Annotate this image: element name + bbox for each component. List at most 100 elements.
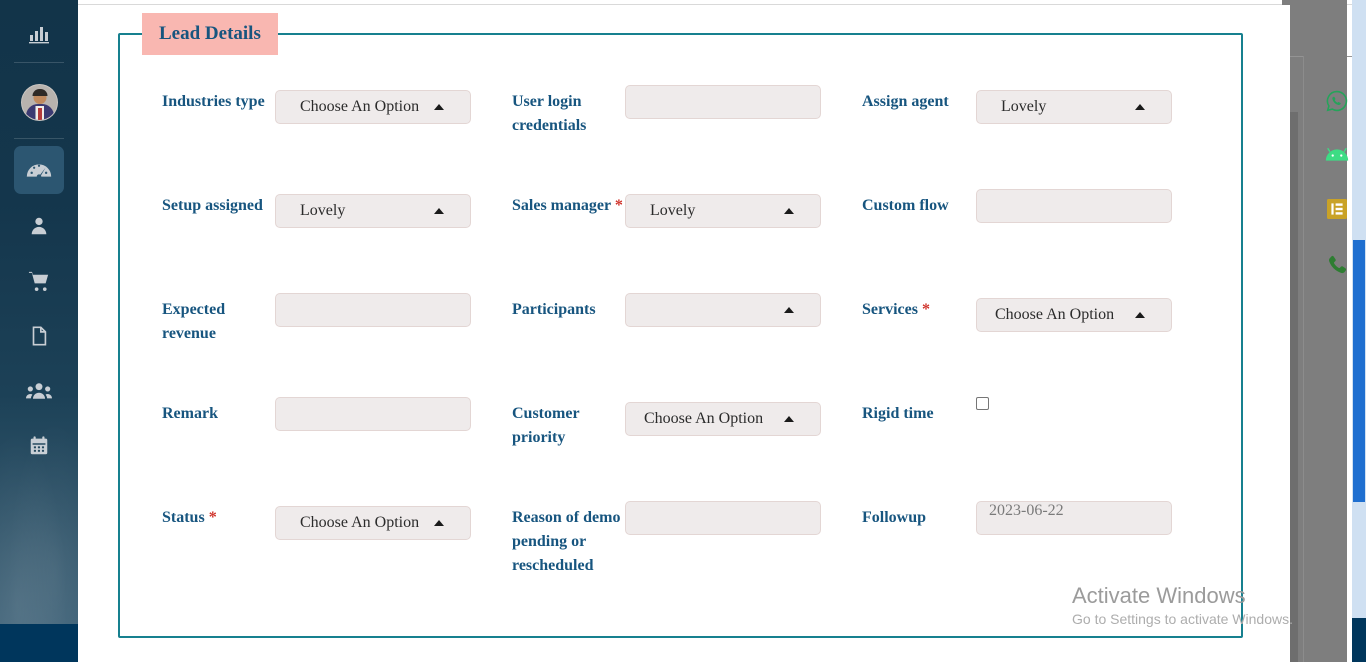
lead-details-fieldset: Lead Details Industries type Choose An O… (118, 33, 1243, 638)
users-group-icon (26, 380, 52, 402)
label-customer-priority: Customer priority (512, 402, 632, 450)
shopping-cart-icon (28, 270, 51, 293)
sidebar-bottom-bar (0, 624, 78, 662)
input-user-login-credentials[interactable] (625, 85, 821, 119)
select-customer-priority[interactable]: Choose An Option (625, 402, 821, 436)
label-text: Custom flow (862, 197, 949, 214)
modal-scrollbar[interactable] (1290, 112, 1298, 662)
label-assign-agent: Assign agent (862, 90, 977, 114)
caret-up-icon (784, 416, 794, 422)
date-value: 2023-06-22 (989, 502, 1064, 520)
label-text: Remark (162, 405, 218, 422)
required-marker: * (615, 197, 623, 214)
label-services: Services * (862, 298, 977, 322)
select-services[interactable]: Choose An Option (976, 298, 1172, 332)
phone-icon (1325, 253, 1349, 282)
avatar[interactable] (21, 84, 58, 121)
avatar-hair (32, 89, 47, 96)
elementor-button[interactable] (1322, 196, 1352, 226)
select-value: Choose An Option (644, 410, 763, 428)
label-rigid-time: Rigid time (862, 402, 977, 426)
whatsapp-icon (1325, 89, 1349, 118)
label-text: Status (162, 509, 205, 526)
sidebar-item-teams[interactable] (14, 369, 64, 413)
caret-up-icon (784, 307, 794, 313)
label-text: Participants (512, 301, 596, 318)
calendar-icon (28, 435, 50, 457)
required-marker: * (922, 301, 930, 318)
android-icon (1324, 145, 1350, 170)
select-setup-assigned[interactable]: Lovely (275, 194, 471, 228)
label-text: Customer priority (512, 405, 579, 446)
page-scrollbar-track[interactable] (1352, 0, 1366, 662)
input-followup-date[interactable]: 2023-06-22 (976, 501, 1172, 535)
required-marker: * (209, 509, 217, 526)
label-status: Status * (162, 506, 277, 530)
label-text: Reason of demo pending or rescheduled (512, 509, 620, 574)
file-icon (28, 325, 50, 347)
select-value: Choose An Option (995, 306, 1114, 324)
caret-up-icon (434, 208, 444, 214)
lead-details-modal: Lead Details Industries type Choose An O… (78, 5, 1290, 662)
input-remark[interactable] (275, 397, 471, 431)
select-sales-manager[interactable]: Lovely (625, 194, 821, 228)
caret-up-icon (434, 520, 444, 526)
caret-up-icon (1135, 104, 1145, 110)
speedometer-icon (24, 155, 54, 185)
person-icon (28, 215, 50, 237)
select-value: Lovely (650, 202, 695, 220)
sidebar-item-contacts[interactable] (14, 204, 64, 248)
label-reason-of-demo: Reason of demo pending or rescheduled (512, 506, 622, 578)
whatsapp-button[interactable] (1322, 88, 1352, 118)
select-industries-type[interactable]: Choose An Option (275, 90, 471, 124)
select-participants[interactable] (625, 293, 821, 327)
input-reason-of-demo[interactable] (625, 501, 821, 535)
select-status[interactable]: Choose An Option (275, 506, 471, 540)
sidebar-item-orders[interactable] (14, 259, 64, 303)
bar-chart-icon (27, 22, 51, 46)
label-participants: Participants (512, 298, 642, 322)
input-custom-flow[interactable] (976, 189, 1172, 223)
label-remark: Remark (162, 402, 277, 426)
select-assign-agent[interactable]: Lovely (976, 90, 1172, 124)
avatar-tie (38, 108, 42, 120)
sidebar-item-documents[interactable] (14, 314, 64, 358)
sidebar-divider-1 (14, 62, 64, 63)
elementor-icon (1327, 199, 1347, 224)
sidebar-item-dashboard[interactable] (14, 146, 64, 194)
sidebar-item-analytics[interactable] (14, 12, 64, 56)
select-value: Choose An Option (300, 514, 419, 532)
caret-up-icon (784, 208, 794, 214)
label-text: Followup (862, 509, 926, 526)
caret-up-icon (434, 104, 444, 110)
label-industries-type: Industries type (162, 90, 277, 114)
sidebar-item-calendar[interactable] (14, 424, 64, 468)
page-scrollbar-thumb[interactable] (1353, 240, 1365, 502)
label-text: Rigid time (862, 405, 934, 422)
lead-details-form: Industries type Choose An Option Setup a… (120, 35, 1245, 640)
android-button[interactable] (1322, 142, 1352, 172)
label-custom-flow: Custom flow (862, 194, 977, 218)
sidebar-divider-2 (14, 138, 64, 139)
label-text: Sales manager (512, 197, 611, 214)
label-text: Industries type (162, 93, 265, 110)
label-text: Assign agent (862, 93, 949, 110)
label-text: User login credentials (512, 93, 586, 134)
label-sales-manager: Sales manager * (512, 194, 632, 218)
label-text: Services (862, 301, 918, 318)
caret-up-icon (1135, 312, 1145, 318)
call-button[interactable] (1322, 252, 1352, 282)
label-text: Setup assigned (162, 197, 263, 214)
label-text: Expected revenue (162, 301, 225, 342)
checkbox-rigid-time[interactable] (976, 397, 989, 410)
select-value: Lovely (300, 202, 345, 220)
select-value: Lovely (1001, 98, 1046, 116)
page-scrollbar-bottom (1352, 618, 1366, 662)
left-sidebar (0, 0, 78, 662)
screen: Offline (0, 0, 1366, 662)
select-value: Choose An Option (300, 98, 419, 116)
input-expected-revenue[interactable] (275, 293, 471, 327)
label-followup: Followup (862, 506, 977, 530)
label-user-login-credentials: User login credentials (512, 90, 632, 138)
label-expected-revenue: Expected revenue (162, 298, 277, 346)
